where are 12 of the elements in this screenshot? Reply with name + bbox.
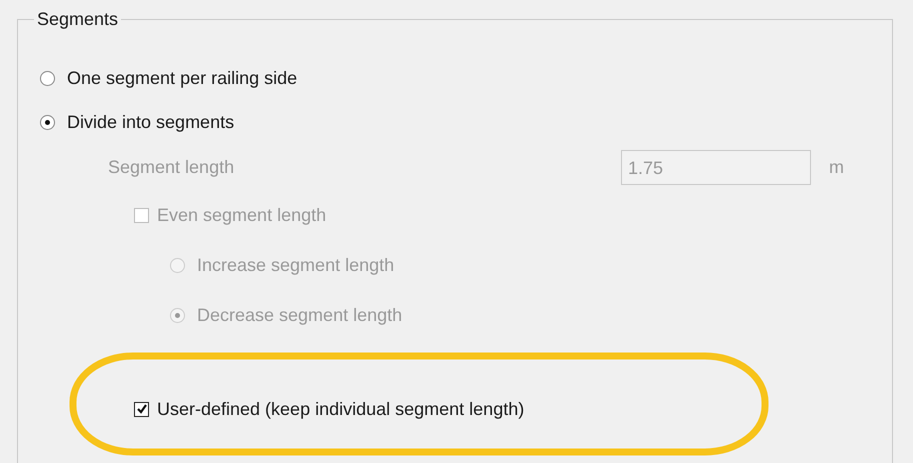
- checkbox-label: Even segment length: [157, 204, 326, 226]
- radio-label: Increase segment length: [197, 254, 394, 276]
- checkbox[interactable]: [134, 402, 149, 416]
- radio-label: Divide into segments: [67, 112, 234, 132]
- radio-label: Decrease segment length: [197, 304, 402, 326]
- radio-button[interactable]: [40, 114, 55, 130]
- field-label: Segment length: [108, 156, 236, 178]
- radio-label: One segment per railing side: [67, 68, 298, 88]
- unit-label: m: [829, 156, 844, 178]
- checkbox-label: User-defined (keep individual segment length): [157, 398, 524, 420]
- radio-button[interactable]: [40, 70, 55, 86]
- group-title: Segments: [34, 9, 122, 29]
